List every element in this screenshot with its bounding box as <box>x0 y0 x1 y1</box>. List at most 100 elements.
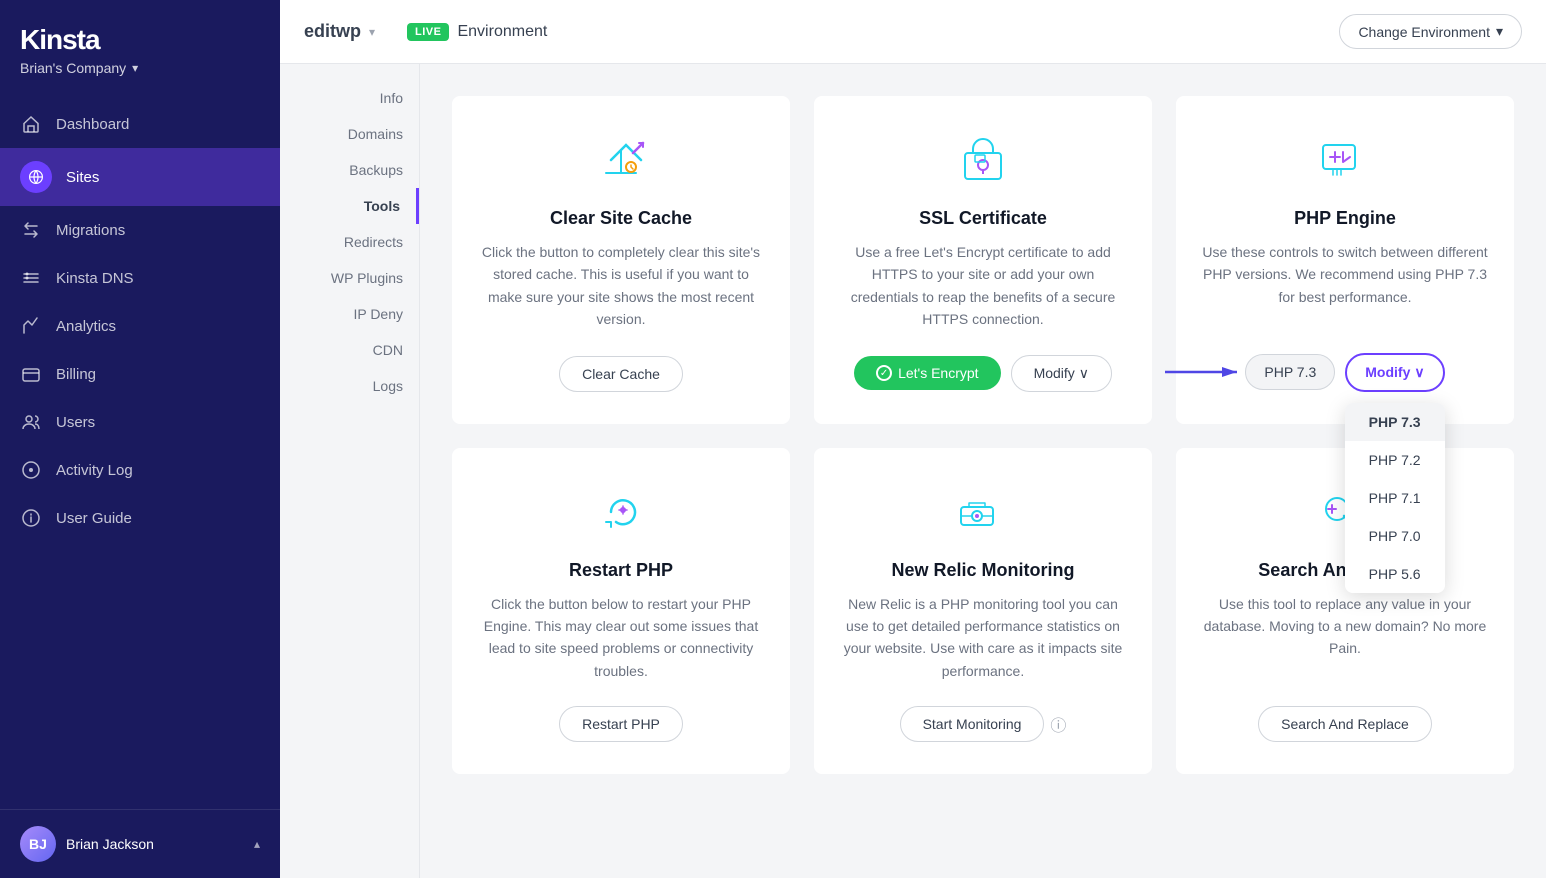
company-name: Brian's Company <box>20 60 126 76</box>
php-modify-button[interactable]: Modify ∨ <box>1345 353 1444 392</box>
tool-title: Clear Site Cache <box>550 208 692 229</box>
guide-icon <box>20 507 42 529</box>
topbar: editwp ▾ LIVE Environment Change Environ… <box>280 0 1546 64</box>
user-profile-button[interactable]: BJ Brian Jackson <box>20 826 154 862</box>
clear-cache-button[interactable]: Clear Cache <box>559 356 683 392</box>
content-area: Info Domains Backups Tools Redirects WP … <box>280 64 1546 878</box>
sidebar-item-label: Migrations <box>56 222 125 239</box>
tool-card-ssl: SSL Certificate Use a free Let's Encrypt… <box>814 96 1152 424</box>
new-relic-help-icon: ⓘ <box>1050 712 1066 736</box>
sidebar-item-dashboard[interactable]: Dashboard <box>0 100 280 148</box>
user-name: Brian Jackson <box>66 836 154 852</box>
sub-nav-cdn[interactable]: CDN <box>280 332 419 368</box>
sidebar-item-label: Kinsta DNS <box>56 270 134 287</box>
sidebar-item-activity-log[interactable]: Activity Log <box>0 446 280 494</box>
user-menu-chevron-icon[interactable]: ▴ <box>254 837 260 851</box>
ssl-modify-chevron-icon: ∨ <box>1079 365 1089 381</box>
live-badge: LIVE <box>407 23 449 41</box>
sub-nav-ip-deny[interactable]: IP Deny <box>280 296 419 332</box>
php-version-option-7-2[interactable]: PHP 7.2 <box>1345 441 1445 479</box>
sidebar-item-analytics[interactable]: Analytics <box>0 302 280 350</box>
start-monitoring-button[interactable]: Start Monitoring <box>900 706 1045 742</box>
php-version-option-5-6[interactable]: PHP 5.6 <box>1345 555 1445 593</box>
restart-php-icon <box>589 480 653 544</box>
topbar-left: editwp ▾ LIVE Environment <box>304 21 547 42</box>
search-replace-button[interactable]: Search And Replace <box>1258 706 1432 742</box>
tool-title: Restart PHP <box>569 560 673 581</box>
lets-encrypt-circle-icon: ✓ <box>876 365 892 381</box>
tools-grid: Clear Site Cache Click the button to com… <box>452 96 1514 774</box>
sidebar-item-label: Activity Log <box>56 462 133 479</box>
php-version-dropdown: PHP 7.3 PHP 7.2 PHP 7.1 PHP 7.0 PHP 5.6 <box>1345 403 1445 593</box>
tool-description: Use a free Let's Encrypt certificate to … <box>838 241 1128 331</box>
tool-description: Use this tool to replace any value in yo… <box>1200 593 1490 683</box>
migrations-icon <box>20 219 42 241</box>
php-version-option-7-3[interactable]: PHP 7.3 <box>1345 403 1445 441</box>
sidebar-item-sites[interactable]: Sites <box>0 148 280 206</box>
users-icon <box>20 411 42 433</box>
sub-nav: Info Domains Backups Tools Redirects WP … <box>280 64 420 878</box>
sidebar-item-user-guide[interactable]: User Guide <box>0 494 280 542</box>
sites-icon <box>20 161 52 193</box>
main-wrapper: editwp ▾ LIVE Environment Change Environ… <box>280 0 1546 878</box>
php-version-option-7-0[interactable]: PHP 7.0 <box>1345 517 1445 555</box>
php-controls: PHP 7.3 Modify ∨ PHP 7.3 PHP 7.2 PHP 7.1… <box>1245 353 1444 392</box>
logo-text: Kinsta <box>20 24 260 56</box>
tool-title: PHP Engine <box>1294 208 1396 229</box>
sub-nav-info[interactable]: Info <box>280 80 419 116</box>
change-environment-button[interactable]: Change Environment ▾ <box>1339 14 1522 49</box>
dns-icon <box>20 267 42 289</box>
sub-nav-backups[interactable]: Backups <box>280 152 419 188</box>
php-version-option-7-1[interactable]: PHP 7.1 <box>1345 479 1445 517</box>
activity-icon <box>20 459 42 481</box>
sub-nav-logs[interactable]: Logs <box>280 368 419 404</box>
ssl-icon <box>951 128 1015 192</box>
sidebar-item-users[interactable]: Users <box>0 398 280 446</box>
tool-description: Click the button to completely clear thi… <box>476 241 766 332</box>
sidebar-item-kinsta-dns[interactable]: Kinsta DNS <box>0 254 280 302</box>
sidebar-item-billing[interactable]: Billing <box>0 350 280 398</box>
sub-nav-redirects[interactable]: Redirects <box>280 224 419 260</box>
home-icon <box>20 113 42 135</box>
tool-card-restart-php: Restart PHP Click the button below to re… <box>452 448 790 775</box>
tools-content: Clear Site Cache Click the button to com… <box>420 64 1546 878</box>
sub-nav-domains[interactable]: Domains <box>280 116 419 152</box>
clear-cache-icon <box>589 128 653 192</box>
tool-card-clear-cache: Clear Site Cache Click the button to com… <box>452 96 790 424</box>
php-arrow-indicator <box>1165 362 1245 382</box>
sidebar-item-label: Billing <box>56 366 96 383</box>
restart-php-button[interactable]: Restart PHP <box>559 706 683 742</box>
sidebar-item-label: Analytics <box>56 318 116 335</box>
php-icon <box>1313 128 1377 192</box>
new-relic-icon <box>951 480 1015 544</box>
site-name: editwp <box>304 21 361 42</box>
sidebar-item-migrations[interactable]: Migrations <box>0 206 280 254</box>
tool-description: New Relic is a PHP monitoring tool you c… <box>838 593 1128 683</box>
sub-nav-wp-plugins[interactable]: WP Plugins <box>280 260 419 296</box>
sidebar-logo-area: Kinsta Brian's Company ▾ <box>0 0 280 92</box>
sidebar: Kinsta Brian's Company ▾ Dashboard <box>0 0 280 878</box>
company-chevron-icon: ▾ <box>132 61 138 75</box>
tool-title: SSL Certificate <box>919 208 1047 229</box>
sidebar-footer: BJ Brian Jackson ▴ <box>0 809 280 878</box>
ssl-modify-button[interactable]: Modify ∨ <box>1011 355 1112 392</box>
sidebar-nav: Dashboard Sites Migrations <box>0 92 280 809</box>
tool-card-new-relic: New Relic Monitoring New Relic is a PHP … <box>814 448 1152 775</box>
analytics-icon <box>20 315 42 337</box>
php-modify-chevron-icon: ∨ <box>1414 364 1424 381</box>
tool-title: New Relic Monitoring <box>891 560 1074 581</box>
sidebar-item-label: Dashboard <box>56 116 129 133</box>
sidebar-item-label: Users <box>56 414 95 431</box>
tool-card-php: PHP Engine Use these controls to switch … <box>1176 96 1514 424</box>
change-env-chevron-icon: ▾ <box>1496 23 1503 40</box>
sub-nav-tools[interactable]: Tools <box>280 188 419 224</box>
sidebar-item-label: Sites <box>66 169 99 186</box>
environment-label: Environment <box>457 23 547 41</box>
site-dropdown-icon[interactable]: ▾ <box>369 25 375 39</box>
billing-icon <box>20 363 42 385</box>
php-version-badge: PHP 7.3 <box>1245 354 1335 390</box>
lets-encrypt-button[interactable]: ✓ Let's Encrypt <box>854 356 1001 390</box>
tool-description: Use these controls to switch between dif… <box>1200 241 1490 329</box>
avatar: BJ <box>20 826 56 862</box>
company-selector[interactable]: Brian's Company ▾ <box>20 60 260 76</box>
